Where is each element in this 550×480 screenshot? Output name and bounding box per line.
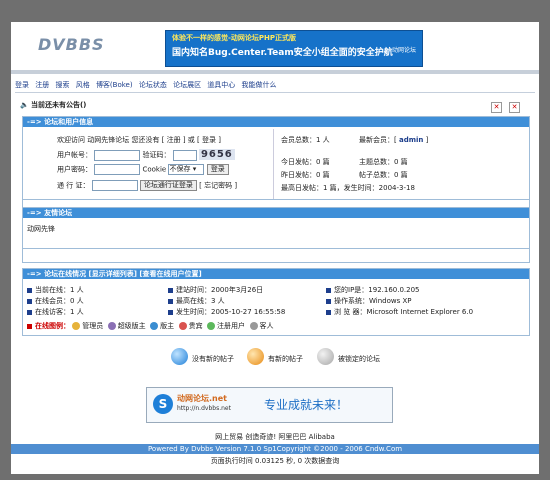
forgot-password-link[interactable]: [ 忘记密码 ] — [199, 182, 237, 190]
user-ip: 您的IP是：192.160.0.205 — [334, 286, 420, 294]
banner-site: 动网论坛.net — [177, 394, 227, 403]
online-guests: 在线访客：1 人 — [35, 308, 84, 316]
legend-label: 在线图例： — [35, 322, 70, 330]
stat-today: 今日发帖：0 篇 — [281, 158, 330, 166]
top-banner[interactable]: 体验不一样的感觉-动网论坛PHP正式版 国内知名Bug.Center.Team安… — [165, 30, 423, 67]
header-divider — [11, 70, 539, 74]
guest-icon — [249, 322, 258, 330]
pass-label: 通 行 证： — [57, 181, 90, 190]
nav-register[interactable]: 注册 — [35, 81, 49, 89]
stat-posts: 帖子总数：0 篇 — [359, 171, 408, 179]
footer: 网上贸易 创造奇迹! 阿里巴巴 Alibaba Powered By Dvbbs… — [11, 432, 539, 466]
user-os: 操作系统：Windows XP — [334, 297, 412, 305]
footer-copyright: Powered By Dvbbs Version 7.1.0 Sp1Copyri… — [11, 444, 539, 454]
banner-slogan: 专业成就未来！ — [264, 398, 349, 412]
banner-line2: 国内知名Bug.Center.Team安全小组全面的安全护航 — [172, 48, 393, 58]
banner-line1: 体验不一样的感觉-动网论坛PHP正式版 — [172, 34, 297, 42]
vip-icon — [178, 322, 187, 330]
member-icon — [207, 322, 216, 330]
cookie-select[interactable]: 不保存 ▾ — [168, 164, 205, 175]
moderator-icon — [150, 322, 159, 330]
password-label: 用户密码： — [57, 165, 92, 174]
friend-link[interactable]: 动网先锋 — [27, 224, 55, 234]
captcha-image: 9656 — [198, 149, 235, 160]
legend-locked: 被锁定的论坛 — [338, 355, 380, 363]
online-legend: 在线图例： 管理员 超级版主 版主 贵宾 注册用户 客人 — [27, 321, 274, 331]
footer-ad[interactable]: 网上贸易 创造奇迹! 阿里巴巴 Alibaba — [11, 432, 539, 442]
close-icon[interactable]: ✕ — [491, 102, 502, 113]
nav-divider — [15, 92, 535, 93]
nav-help[interactable]: 我能做什么 — [242, 81, 277, 89]
username-label: 用户帐号： — [57, 151, 92, 159]
panel-divider — [273, 129, 274, 199]
nav-blog[interactable]: 博客(Boke) — [96, 81, 133, 89]
speaker-icon: 🔈 — [20, 101, 29, 109]
max-online: 最高在线：3 人 — [176, 297, 225, 305]
verify-input[interactable] — [172, 149, 197, 161]
new-posts-icon — [247, 348, 264, 365]
nav-login[interactable]: 登录 — [15, 81, 29, 89]
max-online-time: 发生时间：2005-10-27 16:55:58 — [176, 308, 286, 316]
super-moderator-icon — [107, 322, 116, 330]
user-browser: 浏 览 器：Microsoft Internet Explorer 6.0 — [334, 308, 474, 316]
close-icon[interactable]: ✕ — [509, 102, 520, 113]
bottom-banner[interactable]: S 动网论坛.net http://n.dvbbs.net 专业成就未来！ — [146, 387, 393, 423]
announcement: 🔈 当前还未有公告() — [20, 100, 86, 110]
online-members: 在线会员：0 人 — [35, 297, 84, 305]
page: DVBBS 体验不一样的感觉-动网论坛PHP正式版 国内知名Bug.Center… — [11, 22, 539, 474]
password-input[interactable] — [94, 164, 141, 175]
stat-yesterday: 昨日发帖：0 篇 — [281, 171, 330, 179]
nav-items[interactable]: 道具中心 — [207, 81, 235, 89]
pass-login-button[interactable]: 论坛通行证登录 — [139, 180, 197, 191]
footer-exec-time: 页面执行时间 0.03125 秒, 0 次数据查询 — [210, 457, 340, 465]
stat-max: 最高日发帖：1 篇，发生时间：2004-3-18 — [281, 184, 415, 192]
verify-label: 验证码： — [142, 151, 171, 159]
admin-icon — [72, 322, 81, 330]
online-panel: -=> 论坛在线情况 [显示详细列表] [查看在线用户位置] 当前在线：1 人 … — [22, 268, 530, 336]
welcome-text: 欢迎访问 动网先锋论坛 您还没有 [ 注册 ] 或 [ 登录 ] — [57, 136, 221, 144]
legend-no-new: 没有新的帖子 — [192, 355, 234, 363]
stat-members: 会员总数：1 人 — [281, 136, 330, 144]
dvbbs-logo-icon: S — [153, 394, 173, 414]
nav-style[interactable]: 风格 — [76, 81, 90, 89]
pass-input[interactable] — [91, 180, 138, 191]
announcement-text: 当前还未有公告() — [30, 101, 87, 109]
online-current: 当前在线：1 人 — [35, 286, 84, 294]
build-time: 建站时间：2000年3月26日 — [176, 286, 264, 294]
nav-search[interactable]: 搜索 — [55, 81, 69, 89]
panel-bottom-rule — [23, 199, 529, 200]
locked-forum-icon — [317, 348, 334, 365]
no-new-posts-icon — [171, 348, 188, 365]
username-input[interactable] — [94, 149, 141, 161]
stat-newest: 最新会员：[ admin ] — [359, 136, 429, 144]
main-nav: 登录 注册 搜索 风格 博客(Boke) 论坛状态 论坛展区 道具中心 我能做什… — [15, 80, 281, 90]
nav-showcase[interactable]: 论坛展区 — [173, 81, 201, 89]
login-button[interactable]: 登录 — [206, 164, 229, 175]
online-panel-title[interactable]: -=> 论坛在线情况 [显示详细列表] [查看在线用户位置] — [23, 269, 529, 279]
login-panel-title: -=> 论坛和用户信息 — [23, 117, 529, 127]
newest-member-link[interactable]: admin — [399, 136, 423, 144]
stat-topics: 主题总数：0 篇 — [359, 158, 408, 166]
friends-panel-title: -=> 友情论坛 — [23, 208, 529, 218]
nav-status[interactable]: 论坛状态 — [139, 81, 167, 89]
banner-badge: 动网论坛 — [391, 47, 416, 54]
legend-new: 有新的帖子 — [268, 355, 303, 363]
site-logo[interactable]: DVBBS — [38, 35, 105, 54]
banner-url: http://n.dvbbs.net — [177, 405, 231, 412]
friends-panel: -=> 友情论坛 动网先锋 — [22, 207, 530, 249]
cookie-label: Cookie — [142, 165, 167, 174]
